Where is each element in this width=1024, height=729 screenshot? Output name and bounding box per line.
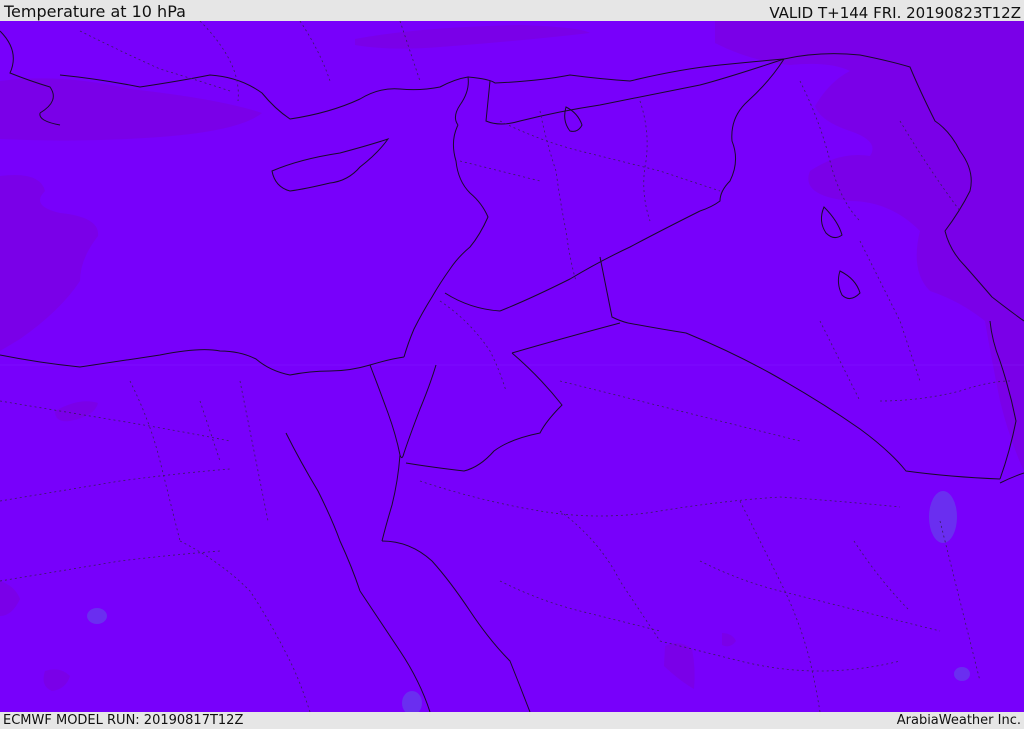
header-bar: Temperature at 10 hPa VALID T+144 FRI. 2… (0, 0, 1024, 21)
map-svg (0, 21, 1024, 712)
weather-map-frame: Temperature at 10 hPa VALID T+144 FRI. 2… (0, 0, 1024, 729)
map-canvas[interactable] (0, 21, 1024, 712)
valid-time-label: VALID T+144 FRI. 20190823T12Z (769, 4, 1021, 22)
map-title: Temperature at 10 hPa (4, 2, 186, 21)
footer-bar: ECMWF MODEL RUN: 20190817T12Z ArabiaWeat… (0, 712, 1024, 729)
model-run-label: ECMWF MODEL RUN: 20190817T12Z (3, 713, 244, 728)
credit-label: ArabiaWeather Inc. (896, 713, 1021, 728)
